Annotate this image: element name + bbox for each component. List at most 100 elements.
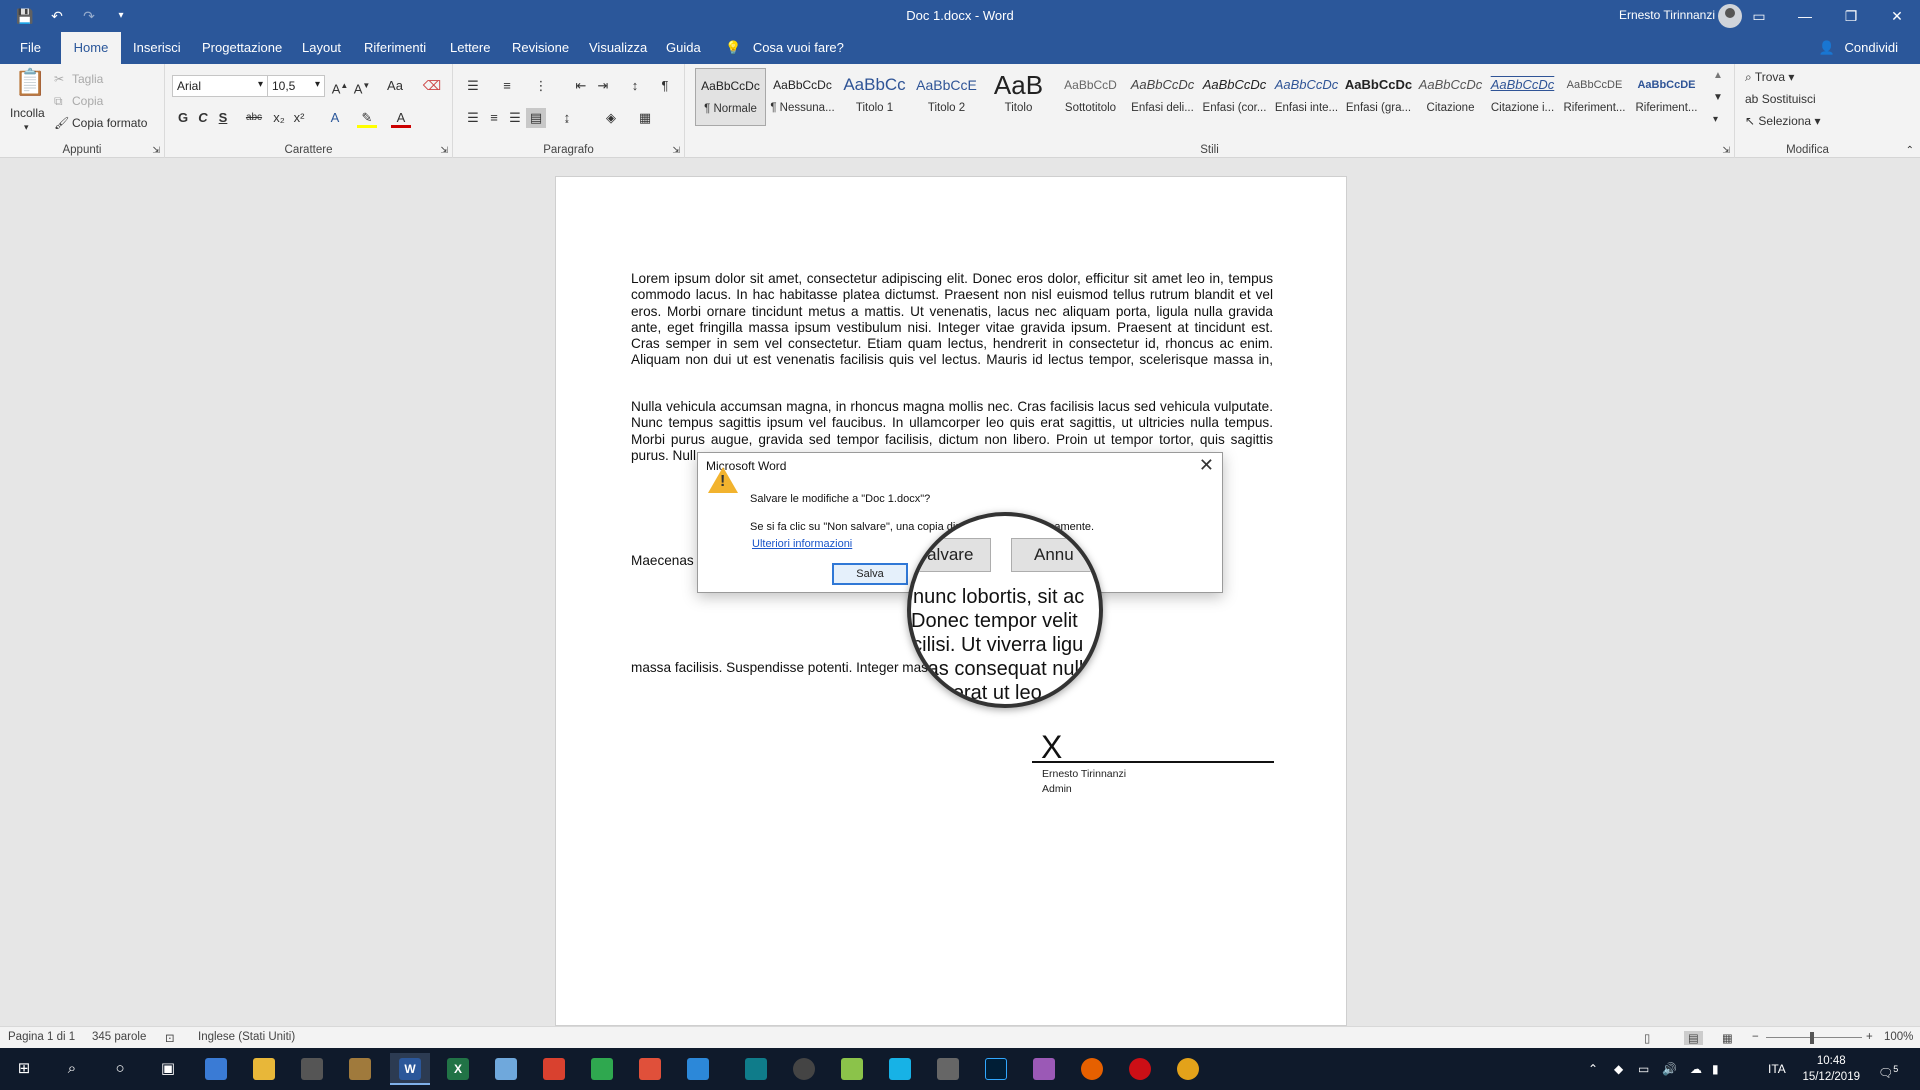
tell-me-search[interactable]: 💡 Cosa vuoi fare? xyxy=(725,32,844,64)
tab-view[interactable]: Visualizza xyxy=(579,32,657,64)
kodi-icon[interactable] xyxy=(880,1053,920,1085)
gallery-more-icon[interactable]: ▾ xyxy=(1713,114,1718,125)
web-layout-icon[interactable]: ▦ xyxy=(1722,1031,1733,1045)
paragraph-1[interactable]: Lorem ipsum dolor sit amet, consectetur … xyxy=(631,271,1273,367)
bold-button[interactable]: G xyxy=(173,108,193,128)
format-painter-button[interactable]: Copia formato xyxy=(72,116,147,130)
style-tile[interactable]: AaBbCcE Titolo 2 xyxy=(911,68,982,126)
select-button[interactable]: ↖ Seleziona ▾ xyxy=(1745,114,1820,128)
app-icon-green[interactable] xyxy=(582,1053,622,1085)
subscript-button[interactable]: x₂ xyxy=(269,108,289,128)
highlight-icon[interactable]: ✎ xyxy=(357,108,377,128)
app-icon-stack[interactable] xyxy=(832,1053,872,1085)
style-tile[interactable]: AaBbCcDc Enfasi (cor... xyxy=(1199,68,1270,126)
paste-dropdown-icon[interactable]: ▾ xyxy=(24,122,29,133)
read-mode-icon[interactable]: ▯ xyxy=(1644,1031,1650,1045)
cortana-icon[interactable]: ○ xyxy=(100,1053,140,1085)
font-launcher-icon[interactable]: ⇲ xyxy=(440,145,448,156)
strikethrough-button[interactable]: abc xyxy=(241,108,267,128)
app-icon-s-red[interactable] xyxy=(630,1053,670,1085)
close-icon[interactable]: ✕ xyxy=(1874,0,1920,32)
input-language[interactable]: ITA xyxy=(1768,1048,1786,1090)
app-icon-game[interactable] xyxy=(928,1053,968,1085)
zoom-level[interactable]: 100% xyxy=(1884,1031,1913,1043)
bullets-icon[interactable]: ☰ xyxy=(463,76,483,96)
dialog-close-icon[interactable]: ✕ xyxy=(1199,455,1214,476)
chrome-icon[interactable] xyxy=(1168,1053,1208,1085)
tab-references[interactable]: Riferimenti xyxy=(354,32,436,64)
task-view-icon[interactable]: ▣ xyxy=(148,1053,188,1085)
align-right-icon[interactable]: ☰ xyxy=(505,108,525,128)
style-tile[interactable]: AaBbCc Titolo 1 xyxy=(839,68,910,126)
style-tile[interactable]: AaB Titolo xyxy=(983,68,1054,126)
tab-layout[interactable]: Layout xyxy=(292,32,351,64)
italic-button[interactable]: C xyxy=(193,108,213,128)
onedrive-icon[interactable]: ☁ xyxy=(1690,1048,1702,1090)
style-tile[interactable]: AaBbCcDc Enfasi deli... xyxy=(1127,68,1198,126)
network-icon[interactable]: ▭ xyxy=(1638,1048,1649,1090)
proofing-icon[interactable]: ⊡ xyxy=(165,1031,175,1045)
more-info-link[interactable]: Ulteriori informazioni xyxy=(752,538,852,550)
excel-taskbar-icon[interactable]: X xyxy=(438,1053,478,1085)
zoom-in-icon[interactable]: + xyxy=(1866,1031,1873,1043)
battery-icon[interactable]: ▮ xyxy=(1712,1048,1719,1090)
text-effects-icon[interactable]: A xyxy=(325,108,345,128)
zoom-slider[interactable] xyxy=(1766,1037,1862,1038)
app-icon-notes[interactable] xyxy=(486,1053,526,1085)
opera-icon[interactable] xyxy=(1120,1053,1160,1085)
minimize-icon[interactable]: — xyxy=(1782,0,1828,32)
font-color-icon[interactable]: A xyxy=(391,108,411,128)
clock[interactable]: 10:48 15/12/2019 xyxy=(1802,1053,1860,1085)
font-name-select[interactable]: Arial ▾ xyxy=(172,75,268,97)
line-spacing-icon[interactable]: ↨ xyxy=(557,108,577,128)
sort-icon[interactable]: ↕ xyxy=(625,76,645,96)
zoom-slider-thumb[interactable] xyxy=(1810,1032,1814,1044)
tab-insert[interactable]: Inserisci xyxy=(123,32,191,64)
library-icon[interactable] xyxy=(340,1053,380,1085)
volume-icon[interactable]: 🔊 xyxy=(1662,1048,1677,1090)
style-tile[interactable]: AaBbCcDc ¶ Normale xyxy=(695,68,766,126)
increase-indent-icon[interactable]: ⇥ xyxy=(593,76,613,96)
superscript-button[interactable]: x² xyxy=(289,108,309,128)
tray-expand-icon[interactable]: ⌃ xyxy=(1588,1048,1598,1090)
change-case-button[interactable]: Aa xyxy=(380,76,410,96)
share-button[interactable]: 👤 Condividi xyxy=(1819,32,1898,64)
show-formatting-icon[interactable]: ¶ xyxy=(655,76,675,96)
find-button[interactable]: ⌕ Trova ▾ xyxy=(1745,70,1794,85)
save-button[interactable]: Salva xyxy=(832,563,908,585)
store-icon[interactable] xyxy=(292,1053,332,1085)
ribbon-display-options-icon[interactable]: ▭ xyxy=(1736,0,1782,32)
davinci-icon[interactable] xyxy=(784,1053,824,1085)
paste-button[interactable]: Incolla xyxy=(10,106,45,120)
dropbox-icon[interactable]: ◆ xyxy=(1614,1048,1623,1090)
magnified-cancel-button[interactable]: Annu xyxy=(1011,538,1099,572)
style-tile[interactable]: AaBbCcDE Riferiment... xyxy=(1559,68,1630,126)
app-icon-red[interactable] xyxy=(534,1053,574,1085)
notifications-icon[interactable]: 🗨5 xyxy=(1878,1048,1898,1090)
style-tile[interactable]: AaBbCcDc Citazione xyxy=(1415,68,1486,126)
style-tile[interactable]: AaBbCcDE Riferiment... xyxy=(1631,68,1702,126)
style-tile[interactable]: AaBbCcDc Enfasi (gra... xyxy=(1343,68,1414,126)
style-tile[interactable]: AaBbCcDc ¶ Nessuna... xyxy=(767,68,838,126)
onenote-cloud-icon[interactable] xyxy=(1024,1053,1064,1085)
format-painter-icon[interactable]: 🖌 xyxy=(54,116,69,130)
borders-icon[interactable]: ▦ xyxy=(635,108,655,128)
align-left-icon[interactable]: ☰ xyxy=(463,108,483,128)
user-name[interactable]: Ernesto Tirinnanzi xyxy=(1619,8,1715,22)
numbering-icon[interactable]: ≡ xyxy=(497,76,517,96)
search-icon[interactable]: ⌕ xyxy=(52,1053,92,1085)
shrink-font-icon[interactable]: A▼ xyxy=(352,76,372,96)
photoshop-icon[interactable] xyxy=(976,1053,1016,1085)
app-icon-remote[interactable] xyxy=(196,1053,236,1085)
restore-icon[interactable]: ❐ xyxy=(1828,0,1874,32)
style-tile[interactable]: AaBbCcD Sottotitolo xyxy=(1055,68,1126,126)
underline-button[interactable]: S xyxy=(213,108,233,128)
app-icon-teal[interactable] xyxy=(736,1053,776,1085)
word-taskbar-icon[interactable]: W xyxy=(390,1053,430,1085)
style-tile[interactable]: AaBbCcDc Citazione i... xyxy=(1487,68,1558,126)
grow-font-icon[interactable]: A▲ xyxy=(330,76,350,96)
align-center-icon[interactable]: ≡ xyxy=(484,108,504,128)
paragraph-launcher-icon[interactable]: ⇲ xyxy=(672,145,680,156)
app-icon-s-blue[interactable] xyxy=(678,1053,718,1085)
print-layout-icon[interactable]: ▤ xyxy=(1684,1031,1703,1045)
